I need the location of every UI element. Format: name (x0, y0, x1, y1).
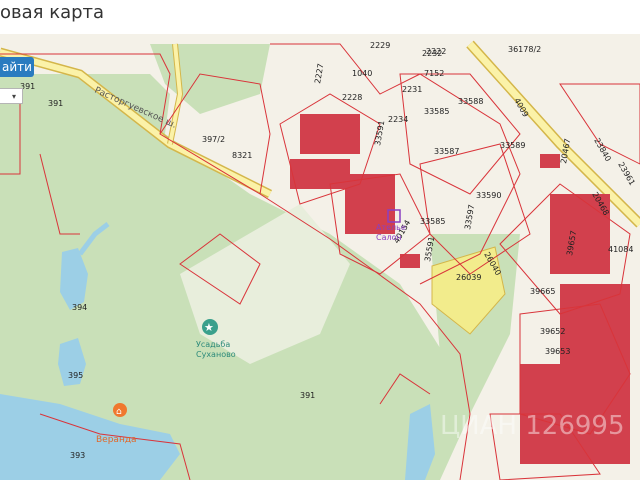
star-glyph: ★ (204, 321, 214, 334)
restaurant-glyph: ⌂ (116, 407, 122, 417)
map-canvas[interactable]: Расторгуевское ш. 391 391 391 393 394 39… (0, 34, 640, 480)
parcel-label: 33589 (500, 141, 525, 150)
poi-label-sukhanovo: Усадьба Суханово (196, 340, 236, 359)
parcel-label: 1040 (352, 69, 372, 78)
layer-select[interactable]: ▾ (0, 88, 23, 104)
parcel-label: 393 (70, 451, 85, 460)
parcel-label: 2222 (426, 47, 446, 56)
poi-label-atelier: Ателье Салон (376, 223, 406, 242)
find-button[interactable]: айти (0, 57, 34, 77)
parcel-label: 395 (68, 371, 83, 380)
parcel-label: 33585 (420, 217, 445, 226)
parcel-label: 2231 (402, 85, 422, 94)
parcel-label: 397/2 (202, 135, 225, 144)
parcel-label: 39653 (545, 347, 570, 356)
parcel-label: 7152 (424, 69, 444, 78)
parcel-label: 8321 (232, 151, 252, 160)
poi-label-veranda: Веранда (96, 435, 137, 445)
parcel-label: 2234 (388, 115, 408, 124)
parcel-label: 391 (48, 99, 63, 108)
parcel-label: 36178/2 (508, 45, 541, 54)
chevron-down-icon: ▾ (12, 92, 17, 101)
parcel-label: 394 (72, 303, 87, 312)
parcel-label: 2229 (370, 41, 390, 50)
parcel-label: 33587 (434, 147, 459, 156)
parcel-label: 33588 (458, 97, 483, 106)
parcel-label: 33590 (476, 191, 501, 200)
page-title: овая карта (0, 2, 105, 23)
parcel-label: 33585 (424, 107, 449, 116)
cadastral-map[interactable]: Расторгуевское ш. 391 391 391 393 394 39… (0, 34, 640, 480)
parcel-label: 39665 (530, 287, 555, 296)
watermark: ЦИАН 126995 (440, 411, 625, 441)
parcel-label: 391 (300, 391, 315, 400)
parcel-label: 2228 (342, 93, 362, 102)
parcel-label: 41084 (608, 245, 633, 254)
find-button-label: айти (2, 60, 32, 74)
header: овая карта (0, 0, 640, 34)
parcel-label: 39652 (540, 327, 565, 336)
parcel-label: 26039 (456, 273, 481, 282)
